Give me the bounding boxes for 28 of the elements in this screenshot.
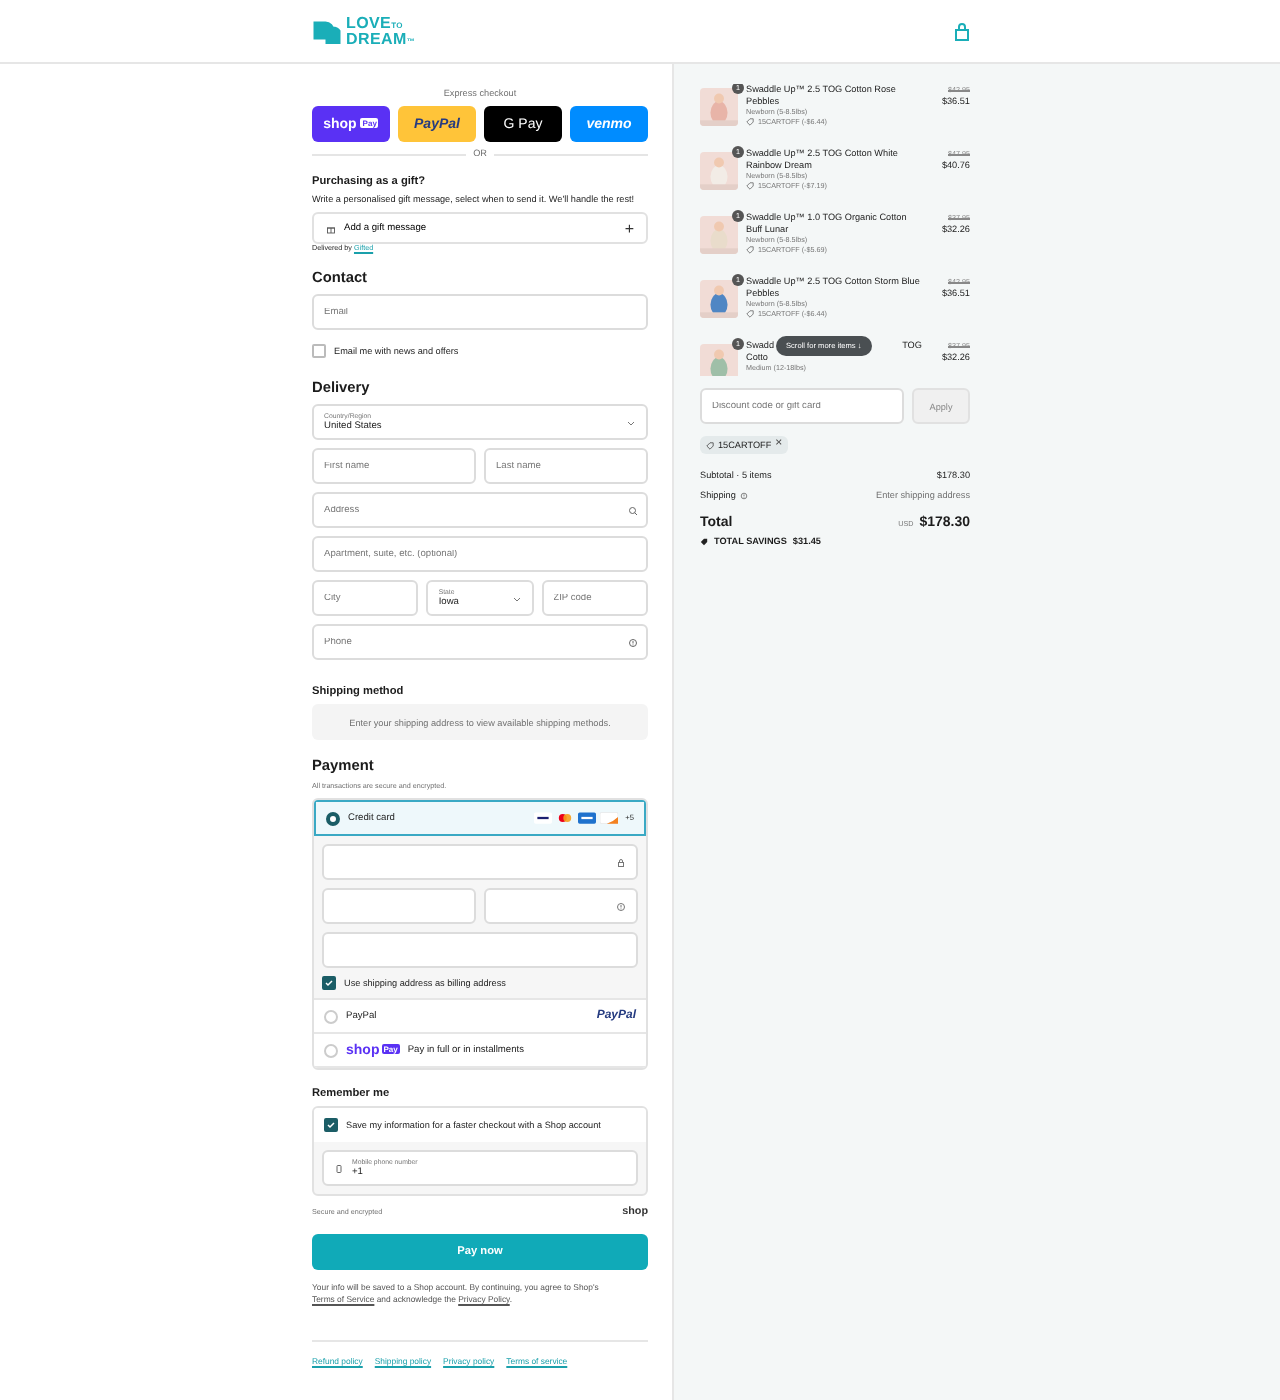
name-on-card-field[interactable] [322, 932, 638, 968]
card-number-field[interactable] [322, 844, 638, 880]
shopping-bag-icon[interactable] [952, 21, 972, 41]
lock-icon [616, 857, 626, 867]
tag-icon [746, 182, 754, 190]
help-icon [628, 637, 638, 647]
gift-icon [326, 223, 336, 233]
visa-card-icon [533, 812, 552, 824]
checkbox[interactable] [322, 976, 336, 990]
discover-card-icon [599, 812, 618, 824]
tag-icon [746, 246, 754, 254]
radio-button[interactable] [326, 811, 340, 825]
tag-icon [746, 118, 754, 126]
search-icon [628, 505, 638, 515]
plus-icon: + [624, 219, 634, 237]
checkbox[interactable] [312, 344, 326, 358]
help-icon [616, 901, 626, 911]
expiry-field[interactable] [322, 888, 476, 924]
amex-card-icon [577, 812, 596, 824]
mastercard-icon [555, 812, 574, 824]
tag-icon [700, 537, 708, 545]
tag-icon [746, 310, 754, 318]
tag-icon [706, 441, 714, 449]
phone-icon [334, 1163, 344, 1173]
heart-logo-icon [312, 17, 342, 45]
checkbox[interactable] [324, 1118, 338, 1132]
help-icon [739, 491, 748, 499]
security-code-field[interactable] [484, 888, 638, 924]
